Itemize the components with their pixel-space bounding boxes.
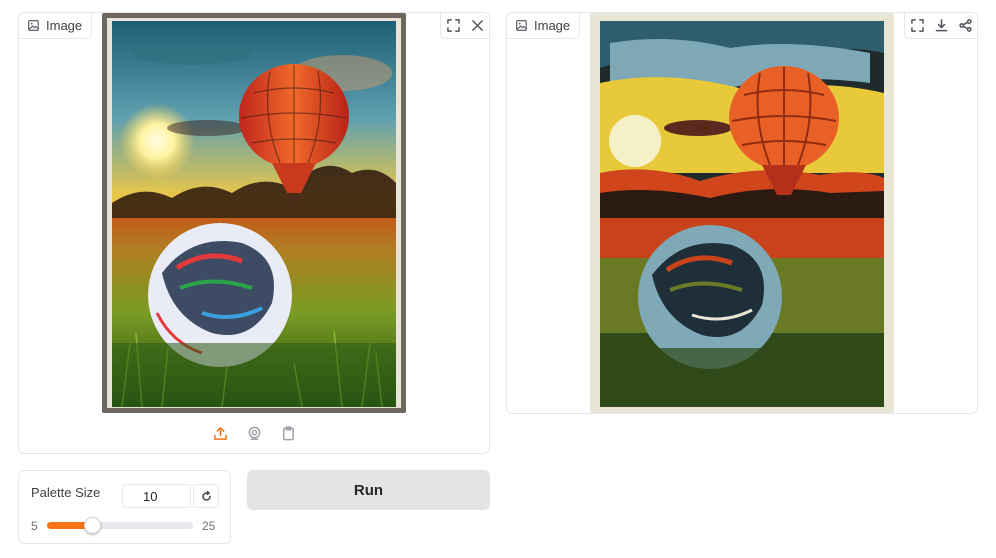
palette-size-min: 5 bbox=[31, 519, 38, 533]
image-source-bar bbox=[18, 413, 490, 454]
close-icon[interactable] bbox=[465, 14, 489, 38]
reset-icon[interactable] bbox=[193, 484, 219, 508]
download-icon[interactable] bbox=[929, 14, 953, 38]
input-image[interactable] bbox=[102, 13, 406, 413]
upload-icon[interactable] bbox=[208, 421, 232, 445]
share-icon[interactable] bbox=[953, 14, 977, 38]
output-photo bbox=[600, 21, 884, 407]
output-image-label: Image bbox=[507, 13, 581, 39]
input-image-panel: Image bbox=[18, 12, 490, 414]
palette-size-max: 25 bbox=[202, 519, 216, 533]
palette-size-slider: Palette Size 5 25 bbox=[18, 470, 231, 544]
input-image-label: Image bbox=[19, 13, 93, 39]
run-button[interactable]: Run bbox=[247, 470, 490, 510]
output-image[interactable] bbox=[590, 13, 894, 413]
clipboard-icon[interactable] bbox=[276, 421, 300, 445]
palette-size-label: Palette Size bbox=[31, 485, 101, 500]
output-image-panel: Image bbox=[506, 12, 978, 414]
fullscreen-icon[interactable] bbox=[905, 14, 929, 38]
webcam-icon[interactable] bbox=[242, 421, 266, 445]
fullscreen-icon[interactable] bbox=[441, 14, 465, 38]
output-image-label-text: Image bbox=[534, 18, 571, 33]
image-icon bbox=[28, 20, 39, 31]
palette-size-input[interactable] bbox=[122, 484, 191, 508]
palette-size-thumb[interactable] bbox=[84, 517, 101, 534]
input-image-actions bbox=[440, 13, 489, 39]
output-image-actions bbox=[904, 13, 977, 39]
input-image-label-text: Image bbox=[46, 18, 83, 33]
image-icon bbox=[516, 20, 527, 31]
palette-size-track[interactable] bbox=[47, 517, 193, 534]
input-photo bbox=[102, 13, 406, 413]
